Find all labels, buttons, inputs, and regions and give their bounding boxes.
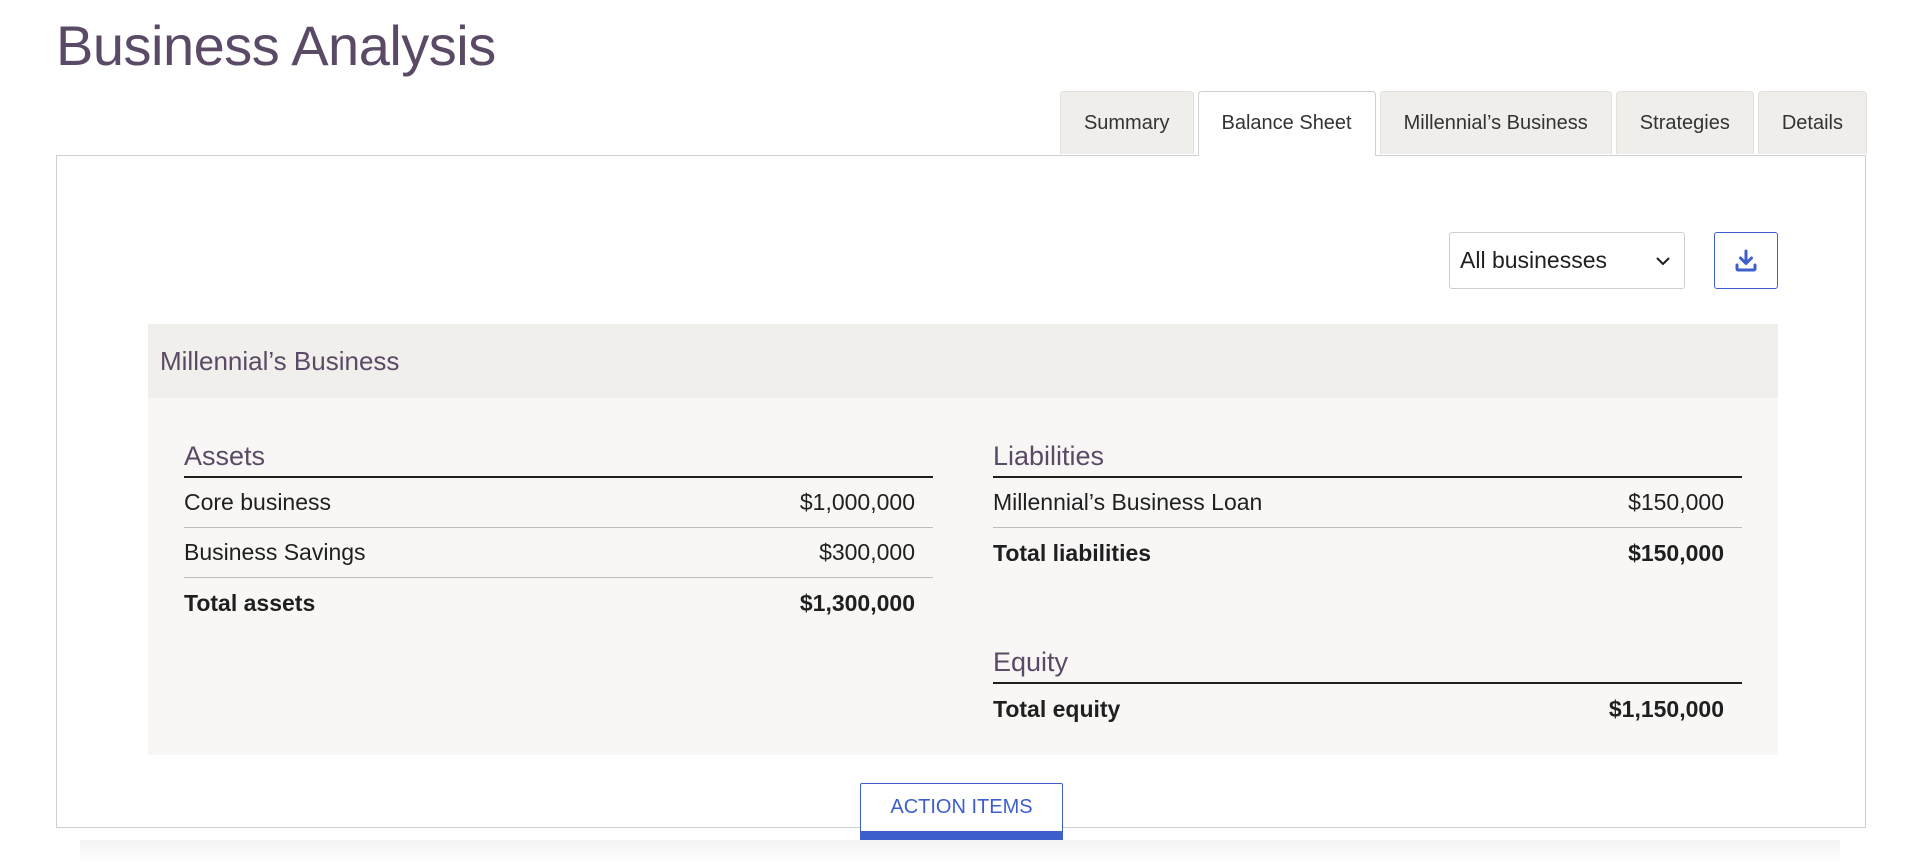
download-icon (1735, 249, 1757, 271)
asset-row: Business Savings $300,000 (184, 528, 933, 578)
total-equity-label: Total equity (993, 695, 1121, 722)
liabilities-section: Liabilities Millennial’s Business Loan $… (993, 436, 1742, 734)
business-filter-select[interactable]: All businesses (1449, 232, 1685, 289)
asset-label: Business Savings (184, 539, 366, 565)
total-assets-label: Total assets (184, 589, 316, 616)
total-liabilities-row: Total liabilities $150,000 (993, 528, 1742, 578)
liability-label: Millennial’s Business Loan (993, 489, 1263, 515)
business-filter-value: All businesses (1460, 247, 1608, 273)
liabilities-title: Liabilities (993, 436, 1742, 478)
asset-row: Core business $1,000,000 (184, 478, 933, 528)
total-equity-value: $1,150,000 (1608, 695, 1724, 722)
tab-summary[interactable]: Summary (1059, 91, 1194, 154)
balance-sheet-panel: All businesses Millennial’s Business Ass… (56, 155, 1866, 828)
asset-value: $300,000 (819, 539, 915, 565)
tab-millennials-business[interactable]: Millennial’s Business (1379, 91, 1612, 154)
tab-strategies[interactable]: Strategies (1615, 91, 1754, 154)
total-liabilities-label: Total liabilities (993, 539, 1152, 566)
total-equity-row: Total equity $1,150,000 (993, 684, 1742, 734)
business-name: Millennial’s Business (148, 324, 1778, 398)
liability-value: $150,000 (1628, 489, 1724, 515)
total-assets-value: $1,300,000 (799, 589, 915, 616)
chevron-down-icon (1656, 256, 1670, 265)
asset-value: $1,000,000 (799, 489, 915, 515)
download-button[interactable] (1714, 232, 1778, 289)
liability-row: Millennial’s Business Loan $150,000 (993, 478, 1742, 528)
equity-section: Equity Total equity $1,150,000 (993, 642, 1742, 734)
action-items-button[interactable]: ACTION ITEMS (860, 783, 1063, 841)
business-balance-card: Millennial’s Business Assets Core busine… (148, 324, 1778, 755)
assets-section: Assets Core business $1,000,000 Business… (184, 436, 933, 628)
total-liabilities-value: $150,000 (1628, 539, 1724, 566)
assets-title: Assets (184, 436, 933, 478)
equity-title: Equity (993, 642, 1742, 684)
total-assets-row: Total assets $1,300,000 (184, 578, 933, 628)
tab-details[interactable]: Details (1757, 91, 1867, 154)
page-title: Business Analysis (56, 14, 496, 77)
asset-label: Core business (184, 489, 332, 515)
tab-bar: Summary Balance Sheet Millennial’s Busin… (1059, 91, 1867, 156)
tab-balance-sheet[interactable]: Balance Sheet (1197, 91, 1376, 156)
panel-shadow (80, 840, 1840, 862)
